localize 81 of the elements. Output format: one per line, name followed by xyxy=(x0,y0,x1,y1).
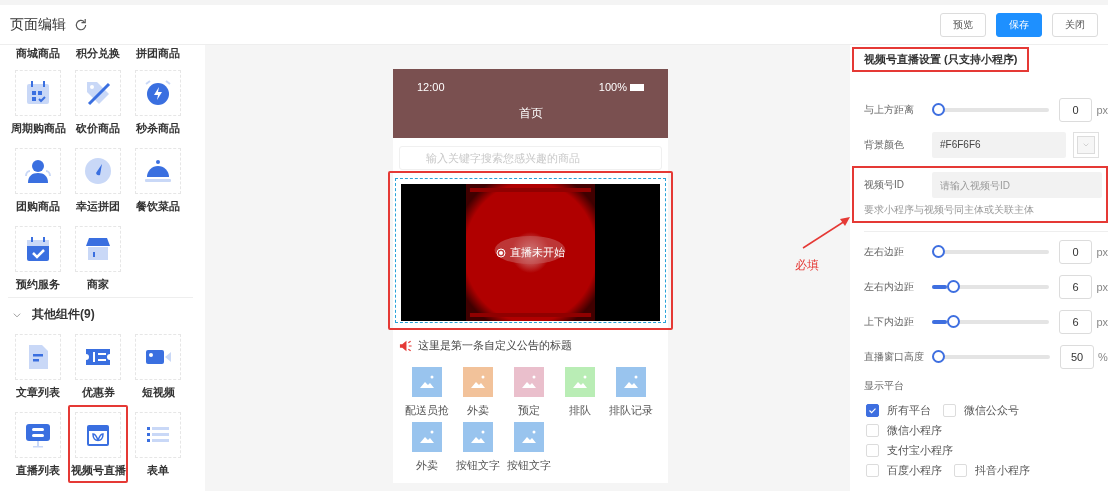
color-field[interactable]: #F6F6F6 xyxy=(932,131,1066,158)
component-item[interactable]: 表单 xyxy=(128,405,188,483)
field-label: 视频号ID xyxy=(864,178,905,192)
component-item[interactable]: 商家 xyxy=(68,219,128,297)
field-label: 背景颜色 xyxy=(864,137,905,152)
component-item[interactable]: 预约服务 xyxy=(8,219,68,297)
section-header[interactable]: 其他组件(9) xyxy=(8,297,193,327)
refresh-icon xyxy=(74,17,88,32)
slider-thumb[interactable] xyxy=(947,314,961,328)
field-label: 显示平台 xyxy=(863,379,905,393)
checkbox-label: 抖音小程序 xyxy=(975,462,1030,478)
nav-label[interactable]: 外卖 xyxy=(415,458,438,473)
section-title: 其他组件(9) xyxy=(32,306,95,323)
nav-label[interactable]: 按钮文字 xyxy=(455,458,500,473)
alarm-clock-icon xyxy=(143,78,173,108)
number-field[interactable]: 50 xyxy=(1060,344,1094,369)
phone-page-title: 首页 xyxy=(517,105,544,122)
number-field[interactable]: 0 xyxy=(1058,97,1093,122)
checkbox-label: 百度小程序 xyxy=(887,462,942,478)
nav-label[interactable]: 排队 xyxy=(568,403,591,418)
number-field[interactable]: 6 xyxy=(1058,274,1093,299)
live-component[interactable]: 直播未开始 xyxy=(388,171,673,330)
megaphone-icon xyxy=(398,338,414,353)
slider-thumb[interactable] xyxy=(932,349,945,363)
field-label: 与上方距离 xyxy=(864,102,915,117)
unit-label: % xyxy=(1098,350,1108,363)
unit-label: px xyxy=(1096,103,1108,116)
status-time: 12:00 xyxy=(417,81,445,93)
component-item[interactable]: 秒杀商品 xyxy=(128,63,188,141)
gauge-icon xyxy=(83,156,113,186)
slider-thumb[interactable] xyxy=(931,102,945,116)
component-label: 拼团商品 xyxy=(135,46,181,61)
battery-icon xyxy=(630,83,644,91)
component-item[interactable]: 砍价商品 xyxy=(68,63,128,141)
settings-title: 视频号直播设置 (只支持小程序) xyxy=(852,47,1030,72)
checkbox[interactable] xyxy=(866,403,879,417)
color-picker[interactable] xyxy=(1073,131,1099,158)
component-item[interactable]: 短视频 xyxy=(128,327,188,405)
component-item[interactable]: 优惠券 xyxy=(68,327,128,405)
header-button[interactable]: 关闭 xyxy=(1052,12,1098,37)
nav-label[interactable]: 外卖 xyxy=(466,403,489,418)
slider-thumb[interactable] xyxy=(931,244,945,258)
field-label: 左右内边距 xyxy=(864,279,915,294)
checkbox-label: 微信公众号 xyxy=(964,402,1019,418)
hint-text: 要求小程序与视频号同主体或关联主体 xyxy=(863,203,1035,217)
number-field[interactable]: 6 xyxy=(1058,309,1093,334)
component-item[interactable]: 直播列表 xyxy=(8,405,68,483)
text-field[interactable]: 请输入视频号ID xyxy=(932,172,1102,198)
checkbox-label: 支付宝小程序 xyxy=(887,442,953,458)
live-status: 直播未开始 xyxy=(510,245,565,260)
unit-label: px xyxy=(1096,315,1108,328)
slider-thumb[interactable] xyxy=(947,279,961,293)
checkbox-label: 微信小程序 xyxy=(887,422,942,438)
unit-label: px xyxy=(1096,280,1108,293)
unit-label: px xyxy=(1096,245,1108,258)
nav-label[interactable]: 排队记录 xyxy=(608,403,653,418)
annotation-label: 必填 xyxy=(795,257,819,274)
checkbox-label: 所有平台 xyxy=(887,402,931,418)
component-label: 商城商品 xyxy=(15,46,61,61)
component-item[interactable]: 周期购商品 xyxy=(8,63,68,141)
component-item[interactable]: 视频号直播 xyxy=(68,405,128,483)
chevron-icon xyxy=(12,310,22,319)
battery-level: 100% xyxy=(598,81,627,93)
annotation-arrow xyxy=(801,215,851,249)
notice-title: 这里是第一条自定义公告的标题 xyxy=(418,338,572,353)
nav-label[interactable]: 按钮文字 xyxy=(506,458,551,473)
page-title: 页面编辑 xyxy=(10,15,66,34)
record-icon xyxy=(496,247,506,258)
number-field[interactable]: 0 xyxy=(1058,239,1093,264)
field-label: 直播窗口高度 xyxy=(864,349,925,364)
component-item[interactable]: 幸运拼团 xyxy=(68,141,128,219)
chevron-icon xyxy=(1082,141,1090,148)
field-label: 上下内边距 xyxy=(864,314,915,329)
nav-label[interactable]: 预定 xyxy=(517,403,540,418)
component-label: 积分兑换 xyxy=(75,46,121,61)
component-item[interactable]: 团购商品 xyxy=(8,141,68,219)
field-label: 左右边距 xyxy=(864,244,905,259)
component-item[interactable]: 文章列表 xyxy=(8,327,68,405)
nav-label[interactable]: 配送员抢 xyxy=(404,403,449,418)
component-item[interactable]: 餐饮菜品 xyxy=(128,141,188,219)
header-button[interactable]: 预览 xyxy=(940,12,986,37)
